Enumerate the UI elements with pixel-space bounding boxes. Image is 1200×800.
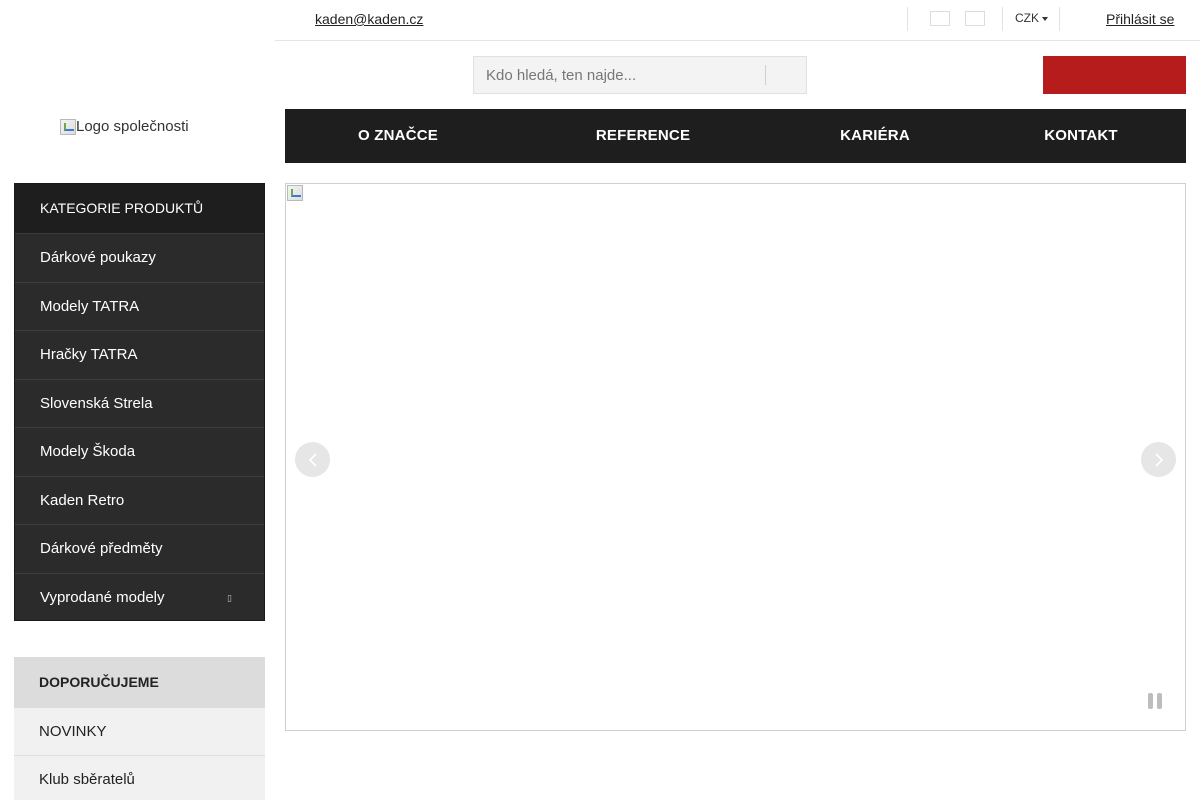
category-label: Dárkové poukazy [40,249,156,266]
slider-next-button[interactable] [1141,442,1176,477]
nav-item-kontakt[interactable]: KONTAKT [1044,109,1118,163]
category-item[interactable]: Dárkové poukazy [15,234,264,283]
category-label: Hračky TATRA [40,346,138,363]
search-button[interactable] [766,57,807,93]
broken-image-icon [60,118,76,135]
category-item[interactable]: Vyprodané modely ▯ [15,574,264,623]
chevron-right-icon [1154,452,1163,467]
category-item[interactable]: Kaden Retro [15,477,264,525]
recommended-item[interactable]: Klub sběratelů [14,756,265,800]
slider-prev-button[interactable] [295,442,330,477]
category-label: Slovenská Strela [40,394,153,412]
category-menu: KATEGORIE PRODUKTŮ Dárkové poukazy Model… [14,183,265,621]
currency-selector[interactable]: CZK [1015,11,1048,25]
category-menu-heading: KATEGORIE PRODUKTŮ [15,184,264,234]
category-item[interactable]: Dárkové předměty [15,525,264,574]
nav-item-kariera[interactable]: KARIÉRA [840,109,910,163]
category-label: Modely TATRA [40,297,140,315]
page: kaden@kaden.cz CZK Přihlásit se Logo spo… [0,0,1200,800]
language-flag-icon[interactable] [965,11,985,26]
main-navigation: O ZNAČCE REFERENCE KARIÉRA KONTAKT [285,109,1186,163]
category-label: Kaden Retro [40,491,125,509]
currency-label: CZK [1015,11,1039,25]
category-label: Dárkové předměty [40,540,163,557]
chevron-left-icon [308,452,317,467]
category-item[interactable]: Slovenská Strela [15,380,264,428]
banner-slider [285,183,1186,731]
pause-icon [1157,693,1162,709]
divider [1002,7,1003,31]
recommended-menu: DOPORUČUJEME NOVINKY Klub sběratelů [14,657,265,800]
email-link[interactable]: kaden@kaden.cz [315,11,423,27]
category-item[interactable]: Hračky TATRA [15,331,264,380]
recommended-heading: DOPORUČUJEME [14,657,265,708]
caret-down-icon [1042,16,1048,21]
recommended-item[interactable]: NOVINKY [14,708,265,756]
login-link[interactable]: Přihlásit se [1106,11,1174,27]
category-item[interactable]: Modely TATRA [15,283,264,331]
search-box [473,56,807,94]
language-flag-icon[interactable] [930,11,950,26]
company-logo[interactable]: Logo společnosti [60,118,189,135]
pause-icon [1148,693,1153,709]
category-label: Vyprodané modely [40,588,165,606]
cart-button[interactable] [1043,56,1186,94]
broken-image-icon [287,185,303,201]
top-bar: kaden@kaden.cz CZK Přihlásit se [275,0,1200,41]
divider [907,7,908,31]
logo-alt-text: Logo společnosti [76,118,189,135]
expand-icon[interactable]: ▯ [227,574,232,622]
nav-item-reference[interactable]: REFERENCE [596,109,690,163]
category-label: Modely Škoda [40,443,136,460]
divider [1059,7,1060,31]
slider-pause-button[interactable] [1148,693,1164,709]
category-item[interactable]: Modely Škoda [15,428,264,477]
nav-item-o-znacce[interactable]: O ZNAČCE [358,109,438,163]
search-input[interactable] [474,57,765,93]
